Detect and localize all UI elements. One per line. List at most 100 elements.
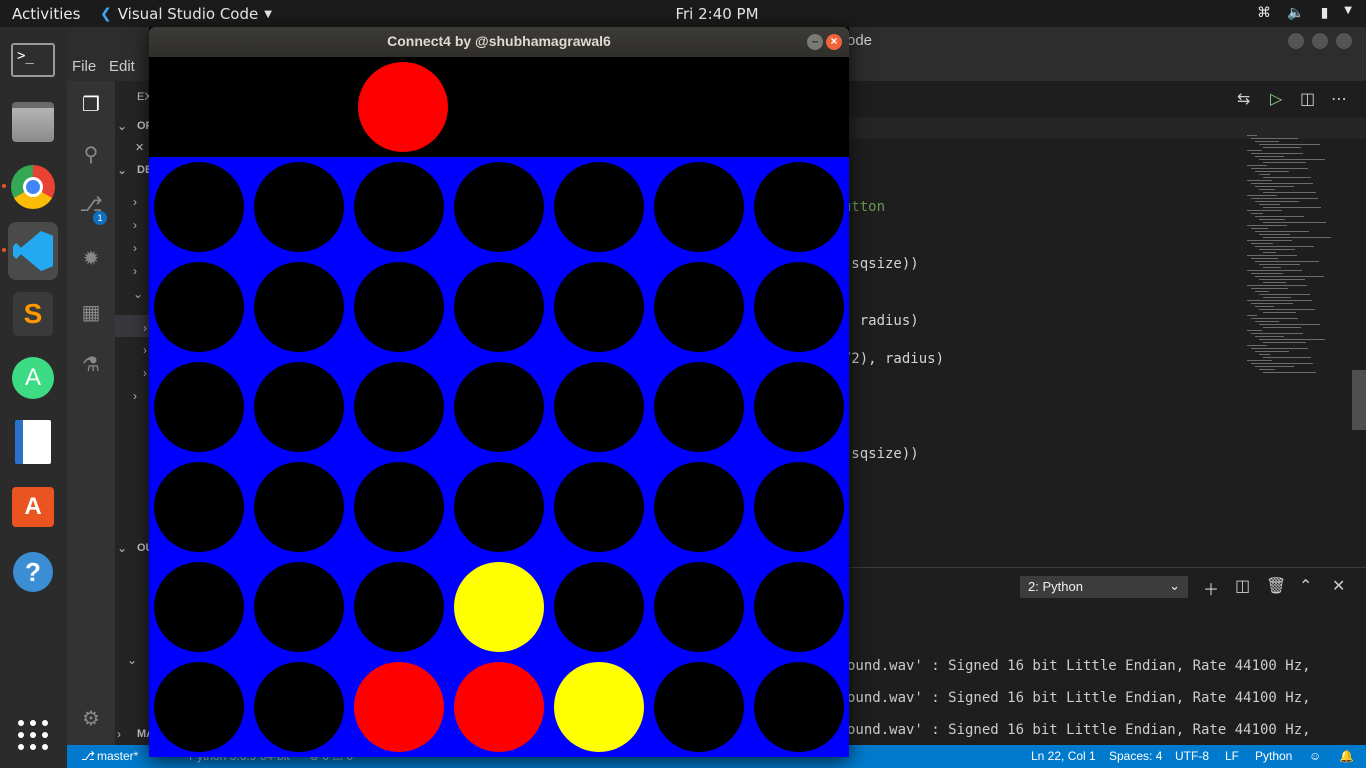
show-apps-icon[interactable] (8, 710, 58, 760)
board-cell-empty[interactable] (754, 462, 844, 552)
new-terminal-icon[interactable]: ＋ (1203, 576, 1219, 600)
close-icon[interactable] (1336, 33, 1352, 49)
board-cell-empty[interactable] (254, 262, 344, 352)
board-cell-empty[interactable] (354, 462, 444, 552)
board-cell-empty[interactable] (354, 162, 444, 252)
menu-file[interactable]: File (72, 58, 96, 75)
board-cell-empty[interactable] (454, 462, 544, 552)
run-icon[interactable]: ▷ (1270, 89, 1282, 109)
status-encoding[interactable]: UTF-8 (1175, 749, 1209, 763)
board-cell-empty[interactable] (154, 362, 244, 452)
explorer-icon[interactable]: ❐ (79, 93, 103, 117)
split-editor-icon[interactable]: ◫ (1300, 89, 1315, 109)
help-icon[interactable]: ? (8, 547, 58, 597)
board-cell-empty[interactable] (454, 262, 544, 352)
game-board[interactable] (149, 157, 849, 757)
menu-edit[interactable]: Edit (109, 58, 135, 75)
board-cell-empty[interactable] (554, 162, 644, 252)
board-cell-empty[interactable] (654, 662, 744, 752)
status-language[interactable]: Python (1255, 749, 1292, 763)
split-terminal-icon[interactable]: ◫ (1235, 576, 1250, 596)
folder-header[interactable]: ⌄ DE (117, 161, 152, 179)
terminal-icon[interactable]: >_ (8, 35, 58, 85)
board-cell-red[interactable] (354, 662, 444, 752)
libreoffice-impress-icon[interactable] (8, 417, 58, 467)
sublime-text-icon[interactable]: S (8, 289, 58, 339)
board-cell-empty[interactable] (554, 362, 644, 452)
tree-item[interactable]: ⌄ (133, 285, 145, 303)
board-cell-empty[interactable] (154, 162, 244, 252)
board-cell-yellow[interactable] (454, 562, 544, 652)
testing-icon[interactable]: ⚗ (79, 353, 103, 377)
board-cell-empty[interactable] (254, 162, 344, 252)
board-cell-empty[interactable] (754, 662, 844, 752)
maximize-icon[interactable] (1312, 33, 1328, 49)
board-cell-empty[interactable] (254, 562, 344, 652)
terminal-select[interactable]: 2: Python ⌄ (1020, 576, 1188, 598)
notifications-icon[interactable]: 🔔 (1339, 749, 1354, 763)
software-center-icon[interactable]: A (8, 482, 58, 532)
game-canvas[interactable] (149, 57, 849, 757)
board-cell-empty[interactable] (254, 362, 344, 452)
compare-changes-icon[interactable]: ⇆ (1237, 89, 1250, 109)
minimize-icon[interactable]: – (807, 34, 823, 50)
board-cell-yellow[interactable] (554, 662, 644, 752)
board-cell-empty[interactable] (154, 562, 244, 652)
board-cell-empty[interactable] (754, 262, 844, 352)
status-spaces[interactable]: Spaces: 4 (1109, 749, 1162, 763)
android-studio-icon[interactable]: A (8, 353, 58, 403)
minimize-icon[interactable] (1288, 33, 1304, 49)
connect4-titlebar[interactable]: Connect4 by @shubhamagrawal6 – × (149, 27, 849, 57)
chevron-up-icon[interactable]: ⌃ (1299, 576, 1312, 596)
board-cell-empty[interactable] (654, 362, 744, 452)
feedback-icon[interactable]: ☺ (1309, 749, 1321, 763)
files-icon[interactable] (8, 97, 58, 147)
more-actions-icon[interactable]: ⋯ (1331, 89, 1347, 109)
board-cell-empty[interactable] (154, 662, 244, 752)
board-cell-empty[interactable] (754, 562, 844, 652)
board-cell-empty[interactable] (154, 262, 244, 352)
system-tray[interactable]: ⌘ 🔈 ▮ ▼ (1257, 5, 1352, 21)
open-editors-header[interactable]: ⌄ OP (117, 117, 153, 135)
tree-item[interactable]: › (133, 262, 145, 280)
tree-item[interactable]: › (133, 193, 145, 211)
tree-item[interactable]: ⌄ (127, 651, 139, 669)
tree-item[interactable]: › (133, 239, 145, 257)
tree-item[interactable]: › (133, 216, 145, 234)
board-cell-empty[interactable] (354, 562, 444, 652)
debug-icon[interactable]: ✹ (79, 247, 103, 271)
close-panel-icon[interactable]: ✕ (1332, 576, 1345, 596)
board-cell-empty[interactable] (754, 162, 844, 252)
board-cell-empty[interactable] (654, 262, 744, 352)
board-cell-empty[interactable] (554, 562, 644, 652)
editor-scrollbar[interactable] (1352, 370, 1366, 430)
vscode-icon[interactable] (8, 222, 58, 280)
trash-icon[interactable]: 🗑 (1266, 576, 1286, 596)
board-cell-empty[interactable] (354, 262, 444, 352)
board-cell-empty[interactable] (254, 462, 344, 552)
board-cell-empty[interactable] (454, 162, 544, 252)
minimap[interactable] (1247, 135, 1353, 395)
close-icon[interactable]: × (826, 34, 842, 50)
status-eol[interactable]: LF (1225, 749, 1239, 763)
extensions-icon[interactable]: ▦ (79, 301, 103, 325)
board-cell-empty[interactable] (654, 462, 744, 552)
board-cell-red[interactable] (454, 662, 544, 752)
board-cell-empty[interactable] (354, 362, 444, 452)
board-cell-empty[interactable] (254, 662, 344, 752)
search-icon[interactable]: ⚲ (79, 143, 103, 167)
board-cell-empty[interactable] (654, 162, 744, 252)
close-icon[interactable]: ✕ (135, 138, 144, 156)
status-branch[interactable]: master* (97, 749, 138, 763)
board-cell-empty[interactable] (754, 362, 844, 452)
board-cell-empty[interactable] (554, 462, 644, 552)
status-position[interactable]: Ln 22, Col 1 (1031, 749, 1096, 763)
settings-gear-icon[interactable]: ⚙ (79, 707, 103, 731)
board-cell-empty[interactable] (554, 262, 644, 352)
tree-item[interactable]: › (133, 387, 145, 405)
board-cell-empty[interactable] (454, 362, 544, 452)
board-cell-empty[interactable] (154, 462, 244, 552)
chrome-icon[interactable] (8, 162, 58, 212)
board-cell-empty[interactable] (654, 562, 744, 652)
clock[interactable]: Fri 2:40 PM (0, 5, 1366, 23)
